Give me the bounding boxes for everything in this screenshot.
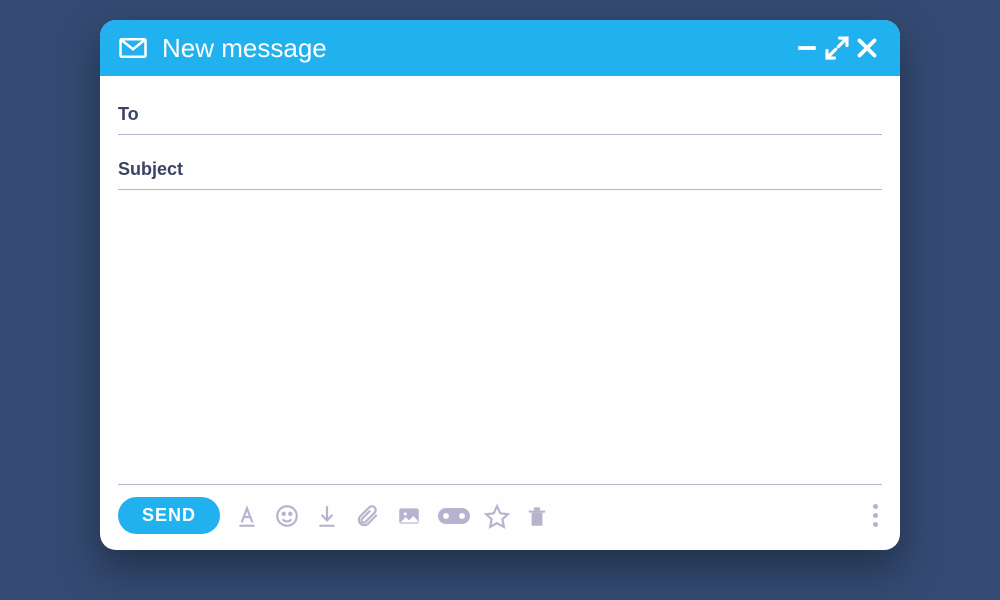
to-input[interactable] bbox=[198, 104, 882, 124]
more-icon[interactable] bbox=[869, 500, 882, 531]
expand-button[interactable] bbox=[822, 33, 852, 63]
text-format-icon[interactable] bbox=[234, 503, 260, 529]
trash-icon[interactable] bbox=[524, 503, 550, 529]
link-icon[interactable] bbox=[438, 503, 470, 529]
subject-input[interactable] bbox=[198, 159, 882, 179]
paperclip-icon[interactable] bbox=[354, 503, 380, 529]
close-button[interactable] bbox=[852, 33, 882, 63]
star-icon[interactable] bbox=[484, 503, 510, 529]
subject-row: Subject bbox=[118, 149, 882, 190]
download-icon[interactable] bbox=[314, 503, 340, 529]
emoji-icon[interactable] bbox=[274, 503, 300, 529]
send-button[interactable]: SEND bbox=[118, 497, 220, 534]
to-row: To bbox=[118, 94, 882, 135]
header-fields: To Subject bbox=[100, 76, 900, 190]
image-icon[interactable] bbox=[394, 503, 424, 529]
to-label: To bbox=[118, 104, 198, 125]
envelope-icon bbox=[118, 33, 148, 63]
minimize-button[interactable] bbox=[792, 33, 822, 63]
footer-toolbar: SEND bbox=[100, 485, 900, 550]
message-body-input[interactable] bbox=[118, 204, 882, 485]
compose-window: New message To Subject SEND bbox=[100, 20, 900, 550]
titlebar[interactable]: New message bbox=[100, 20, 900, 76]
window-title: New message bbox=[162, 33, 327, 64]
subject-label: Subject bbox=[118, 159, 198, 180]
